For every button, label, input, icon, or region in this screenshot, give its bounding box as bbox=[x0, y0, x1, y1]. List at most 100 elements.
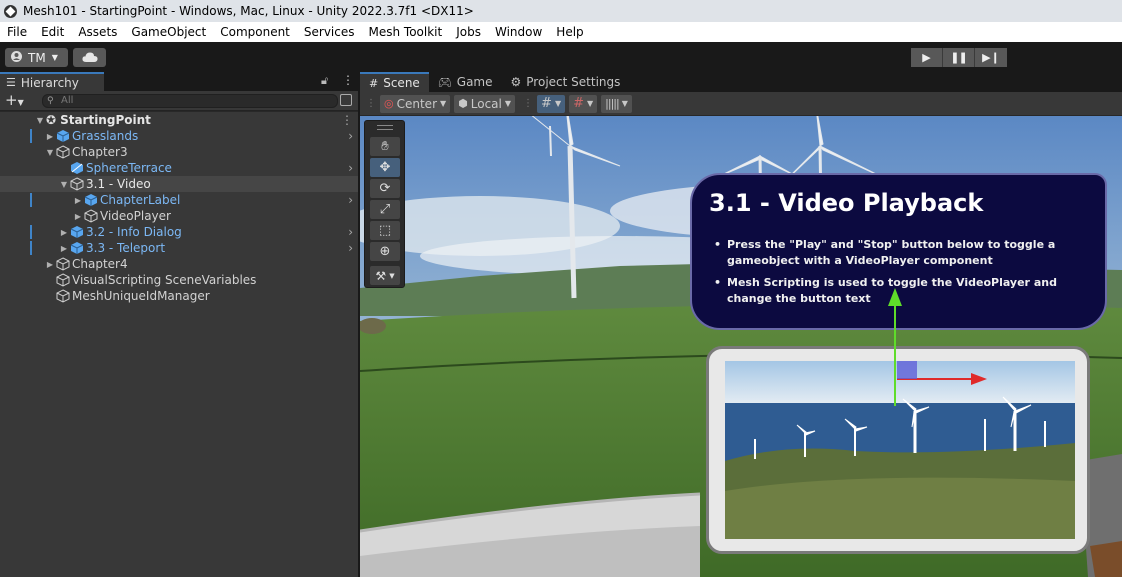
menu-component[interactable]: Component bbox=[213, 22, 297, 42]
drag-handle-icon[interactable] bbox=[377, 125, 393, 130]
pivot-center-dropdown[interactable]: ◎ Center ▼ bbox=[380, 94, 451, 113]
space-local-dropdown[interactable]: ⬢ Local ▼ bbox=[454, 94, 516, 113]
search-placeholder: All bbox=[61, 95, 74, 106]
tree-row-3-2-info-dialog[interactable]: ▶ 3.2 - Info Dialog › bbox=[0, 224, 358, 240]
expand-arrow-icon[interactable]: ▼ bbox=[34, 116, 46, 125]
gameobject-cube-icon bbox=[56, 257, 70, 271]
menu-services[interactable]: Services bbox=[297, 22, 362, 42]
expand-arrow-icon[interactable]: ▼ bbox=[58, 180, 70, 189]
scene-panel: # Scene 🎮︎ Game ⚙ Project Settings ⋮ ◎ C… bbox=[360, 72, 1122, 577]
drag-handle-icon: ⋮ bbox=[366, 98, 376, 109]
gameobject-cube-icon bbox=[56, 289, 70, 303]
chevron-right-icon[interactable]: › bbox=[348, 129, 353, 143]
rect-icon: ⬚ bbox=[378, 223, 392, 238]
cloud-icon bbox=[81, 51, 98, 65]
prefab-cube-icon bbox=[70, 242, 84, 254]
tools-icon: ⚒︎ bbox=[375, 268, 387, 283]
prefab-cube-icon bbox=[84, 194, 98, 206]
menu-window[interactable]: Window bbox=[488, 22, 549, 42]
tree-row-chapter4[interactable]: ▶ Chapter4 bbox=[0, 256, 358, 272]
more-options-icon[interactable]: ⋮ bbox=[342, 73, 354, 87]
expand-arrow-icon[interactable]: ▶ bbox=[72, 212, 84, 221]
tab-game-label: Game bbox=[456, 75, 493, 89]
scale-tool-button[interactable]: ⤢ bbox=[370, 200, 400, 219]
tab-hierarchy-label: Hierarchy bbox=[20, 75, 79, 90]
menu-jobs[interactable]: Jobs bbox=[449, 22, 488, 42]
step-button[interactable]: ▶❙ bbox=[975, 48, 1007, 67]
chevron-down-icon: ▼ bbox=[389, 271, 395, 280]
rotate-tool-button[interactable]: ⟳ bbox=[370, 179, 400, 198]
menu-help[interactable]: Help bbox=[549, 22, 590, 42]
tree-row-visualscripting[interactable]: VisualScripting SceneVariables bbox=[0, 272, 358, 288]
custom-tool-dropdown[interactable]: ⚒︎ ▼ bbox=[370, 266, 400, 285]
menu-mesh-toolkit[interactable]: Mesh Toolkit bbox=[362, 22, 450, 42]
gameobject-cube-icon bbox=[56, 145, 70, 159]
expand-arrow-icon[interactable]: ▼ bbox=[44, 148, 56, 157]
chevron-right-icon[interactable]: › bbox=[348, 161, 353, 175]
hierarchy-tab-bar: ☰ Hierarchy 🔓︎ ⋮ bbox=[0, 72, 358, 91]
menu-assets[interactable]: Assets bbox=[71, 22, 124, 42]
expand-arrow-icon[interactable]: ▶ bbox=[58, 228, 70, 237]
increment-snap-toggle[interactable]: # ▼ bbox=[569, 94, 598, 113]
tree-row-sphereterrace[interactable]: SphereTerrace › bbox=[0, 160, 358, 176]
hierarchy-panel: ☰ Hierarchy 🔓︎ ⋮ +▼ ⚲ All ▼ ✪ StartingPo… bbox=[0, 72, 358, 577]
main-toolbar: TM ▼ ▶ ❚❚ ▶❙ bbox=[0, 42, 1122, 72]
scene-tab-bar: # Scene 🎮︎ Game ⚙ Project Settings bbox=[360, 72, 1122, 92]
expand-arrow-icon[interactable]: ▶ bbox=[72, 196, 84, 205]
menu-file[interactable]: File bbox=[0, 22, 34, 42]
tab-scene[interactable]: # Scene bbox=[360, 72, 429, 92]
tab-game[interactable]: 🎮︎ Game bbox=[429, 72, 502, 92]
hand-icon: ✋︎ bbox=[381, 139, 389, 154]
tab-project-settings-label: Project Settings bbox=[526, 75, 621, 89]
grid-snap-toggle[interactable]: # ▼ bbox=[537, 94, 566, 113]
chevron-down-icon: ▼ bbox=[554, 99, 562, 108]
tab-scene-label: Scene bbox=[383, 76, 420, 90]
tree-row-chapter3[interactable]: ▼ Chapter3 bbox=[0, 144, 358, 160]
tab-hierarchy[interactable]: ☰ Hierarchy bbox=[0, 72, 104, 91]
rect-tool-button[interactable]: ⬚ bbox=[370, 221, 400, 240]
tree-row-meshuniqueidmanager[interactable]: MeshUniqueIdManager bbox=[0, 288, 358, 304]
more-options-icon[interactable]: ⋮ bbox=[341, 113, 353, 127]
chevron-down-icon: ▼ bbox=[440, 99, 447, 108]
transform-gizmo-y-axis[interactable] bbox=[885, 286, 905, 416]
pivot-label: Center bbox=[396, 96, 437, 111]
local-cube-icon: ⬢ bbox=[458, 97, 468, 110]
grid-snap-icon: # bbox=[541, 96, 552, 111]
cloud-button[interactable] bbox=[73, 48, 106, 67]
list-icon: ☰ bbox=[6, 76, 16, 89]
ruler-icon: ||||| bbox=[605, 97, 619, 110]
scale-icon: ⤢ bbox=[379, 202, 391, 217]
transform-tool-button[interactable]: ⊕ bbox=[370, 242, 400, 261]
menu-gameobject[interactable]: GameObject bbox=[124, 22, 213, 42]
pause-button[interactable]: ❚❚ bbox=[943, 48, 975, 67]
tree-row-chapterlabel[interactable]: ▶ ChapterLabel › bbox=[0, 192, 358, 208]
expand-arrow-icon[interactable]: ▶ bbox=[58, 244, 70, 253]
tree-row-videoplayer[interactable]: ▶ VideoPlayer bbox=[0, 208, 358, 224]
chevron-right-icon[interactable]: › bbox=[348, 225, 353, 239]
expand-arrow-icon[interactable]: ▶ bbox=[44, 260, 56, 269]
tree-row-grasslands[interactable]: ▶ Grasslands › bbox=[0, 128, 358, 144]
tree-row-startingpoint[interactable]: ▼ ✪ StartingPoint ⋮ bbox=[0, 112, 358, 128]
play-button[interactable]: ▶ bbox=[911, 48, 943, 67]
step-icon: ▶❙ bbox=[982, 51, 1000, 64]
expand-arrow-icon[interactable]: ▶ bbox=[44, 132, 56, 141]
scene-viewport[interactable]: ✋︎ ✥ ⟳ ⤢ ⬚ ⊕ ⚒︎▼ 3.1 - Video Playback Pr… bbox=[360, 116, 1122, 577]
prefab-cube-icon bbox=[70, 226, 84, 238]
tab-project-settings[interactable]: ⚙ Project Settings bbox=[502, 72, 630, 92]
menu-edit[interactable]: Edit bbox=[34, 22, 71, 42]
ruler-snap-toggle[interactable]: ||||| ▼ bbox=[601, 94, 632, 113]
move-tool-button[interactable]: ✥ bbox=[370, 158, 400, 177]
hand-tool-button[interactable]: ✋︎ bbox=[370, 137, 400, 156]
tree-row-3-1-video[interactable]: ▼ 3.1 - Video bbox=[0, 176, 358, 192]
scene-tools-overlay: ✋︎ ✥ ⟳ ⤢ ⬚ ⊕ ⚒︎ ▼ bbox=[364, 120, 405, 288]
hierarchy-search-input[interactable]: ⚲ All bbox=[42, 94, 338, 108]
chevron-right-icon[interactable]: › bbox=[348, 193, 353, 207]
lock-icon[interactable]: 🔓︎ bbox=[321, 74, 328, 88]
hierarchy-toolbar: +▼ ⚲ All bbox=[0, 91, 358, 111]
chevron-right-icon[interactable]: › bbox=[348, 241, 353, 255]
scene-visibility-icon[interactable] bbox=[340, 94, 352, 106]
menu-bar: File Edit Assets GameObject Component Se… bbox=[0, 22, 1122, 42]
add-object-button[interactable]: +▼ bbox=[5, 93, 24, 110]
account-dropdown[interactable]: TM ▼ bbox=[5, 48, 68, 67]
tree-row-3-3-teleport[interactable]: ▶ 3.3 - Teleport › bbox=[0, 240, 358, 256]
